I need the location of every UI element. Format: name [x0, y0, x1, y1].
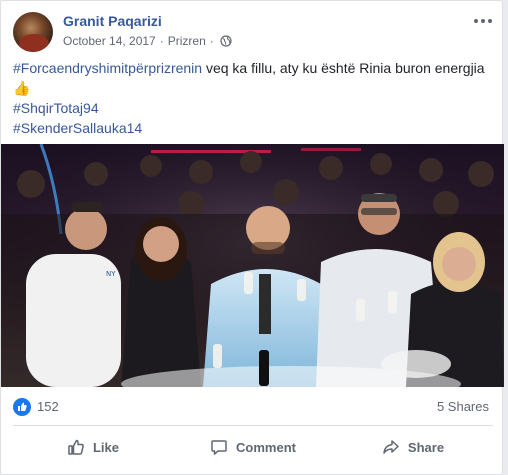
post-meta: October 14, 2017 · Prizren · — [63, 34, 232, 48]
hashtag-link-1[interactable]: #Forcaendryshimitpërprizrenin — [13, 60, 202, 76]
like-button-label: Like — [92, 439, 119, 455]
post-card: Granit Paqarizi October 14, 2017 · Prizr… — [0, 0, 504, 475]
post-text-line3: #ShqirTotaj94 — [13, 98, 493, 118]
hashtag-link-2[interactable]: #ShqirTotaj94 — [13, 100, 99, 116]
share-button[interactable]: Share — [333, 430, 493, 464]
post-text-line2: 👍 — [13, 78, 493, 98]
post-date[interactable]: October 14, 2017 — [63, 34, 156, 48]
comment-button-label: Comment — [236, 439, 296, 455]
hashtag-link-3[interactable]: #SkenderSallauka14 — [13, 120, 142, 136]
post-text-body: veq ka fillu, aty ku është Rinia buron e… — [202, 60, 485, 76]
globe-icon[interactable] — [220, 35, 232, 47]
thumbs-up-emoji-icon: 👍 — [13, 80, 31, 96]
meta-separator: · — [159, 34, 164, 48]
svg-text:NY: NY — [106, 270, 116, 278]
share-icon — [383, 440, 399, 454]
post-photo[interactable]: NY — [1, 144, 504, 387]
reactions-bar: 152 5 Shares — [13, 395, 493, 419]
actions-divider — [13, 425, 493, 426]
like-badge-icon[interactable] — [13, 398, 31, 416]
author-avatar[interactable] — [13, 12, 53, 52]
more-options-icon[interactable] — [473, 16, 493, 26]
post-text-line1: #Forcaendryshimitpërprizrenin veq ka fil… — [13, 58, 493, 78]
like-button[interactable]: Like — [13, 430, 173, 464]
meta-separator-2: · — [209, 34, 214, 48]
share-button-label: Share — [407, 439, 445, 455]
party-scene-illustration: NY — [1, 144, 504, 387]
comment-button[interactable]: Comment — [173, 430, 333, 464]
share-count[interactable]: 5 Shares — [437, 399, 489, 414]
thumbs-up-icon — [68, 439, 84, 455]
like-count[interactable]: 152 — [37, 399, 59, 414]
post-text: #Forcaendryshimitpërprizrenin veq ka fil… — [13, 58, 493, 138]
author-name[interactable]: Granit Paqarizi — [63, 13, 162, 29]
post-actions: Like Comment Share — [13, 430, 493, 464]
comment-icon — [211, 440, 227, 455]
post-location[interactable]: Prizren — [168, 34, 206, 48]
post-header: Granit Paqarizi October 14, 2017 · Prizr… — [13, 12, 493, 52]
post-text-line4: #SkenderSallauka14 — [13, 118, 493, 138]
